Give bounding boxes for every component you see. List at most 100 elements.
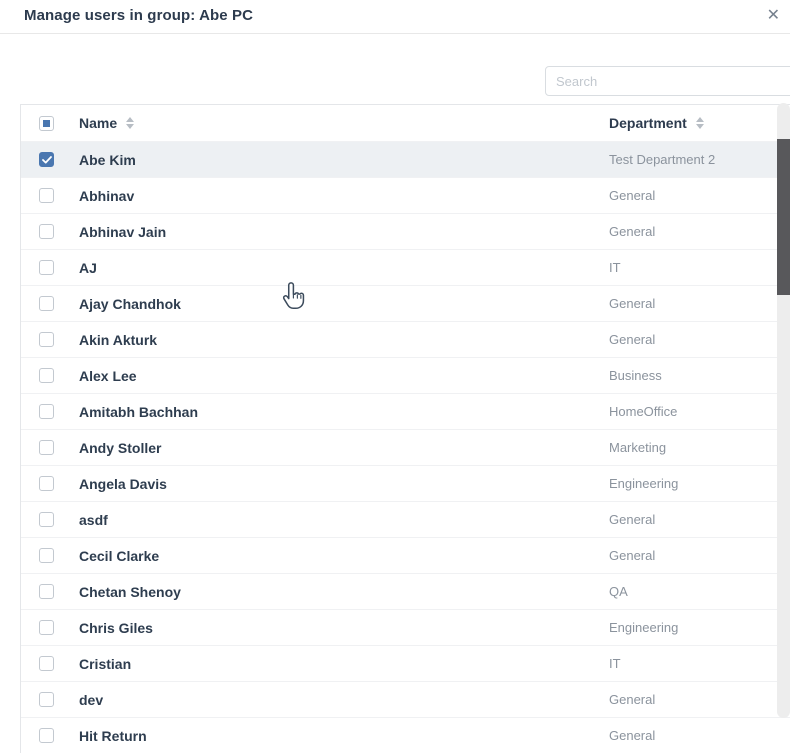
row-checkbox-cell [21, 368, 79, 383]
table-row[interactable]: Abhinav Jain General [21, 213, 790, 249]
row-checkbox[interactable] [39, 188, 54, 203]
user-department: General [609, 296, 790, 311]
user-name: Cristian [79, 656, 609, 672]
check-icon [42, 156, 52, 164]
table-row[interactable]: Ajay Chandhok General [21, 285, 790, 321]
user-department: Business [609, 368, 790, 383]
user-name: asdf [79, 512, 609, 528]
row-checkbox-cell [21, 224, 79, 239]
user-department: HomeOffice [609, 404, 790, 419]
row-checkbox[interactable] [39, 548, 54, 563]
sort-icon[interactable] [126, 117, 134, 129]
row-checkbox[interactable] [39, 512, 54, 527]
row-checkbox[interactable] [39, 368, 54, 383]
row-checkbox-cell [21, 728, 79, 743]
row-checkbox[interactable] [39, 152, 54, 167]
row-checkbox[interactable] [39, 224, 54, 239]
table-row[interactable]: Andy Stoller Marketing [21, 429, 790, 465]
row-checkbox[interactable] [39, 692, 54, 707]
search-input[interactable] [545, 66, 790, 96]
user-department: Test Department 2 [609, 152, 790, 167]
table-row[interactable]: Cristian IT [21, 645, 790, 681]
table-row[interactable]: asdf General [21, 501, 790, 537]
header-checkbox-cell [21, 116, 79, 131]
scrollbar-thumb[interactable] [777, 139, 790, 295]
user-name: Abhinav [79, 188, 609, 204]
row-checkbox[interactable] [39, 584, 54, 599]
column-header-department[interactable]: Department [609, 115, 790, 131]
user-name: Abe Kim [79, 152, 609, 168]
sort-icon[interactable] [696, 117, 704, 129]
row-checkbox-cell [21, 188, 79, 203]
sort-asc-icon [696, 117, 704, 122]
user-name: Chris Giles [79, 620, 609, 636]
table-row[interactable]: AJ IT [21, 249, 790, 285]
user-department: Engineering [609, 620, 790, 635]
row-checkbox-cell [21, 152, 79, 167]
row-checkbox[interactable] [39, 260, 54, 275]
user-name: Akin Akturk [79, 332, 609, 348]
sort-desc-icon [126, 124, 134, 129]
user-name: dev [79, 692, 609, 708]
user-department: General [609, 728, 790, 743]
select-all-checkbox[interactable] [39, 116, 54, 131]
user-department: Engineering [609, 476, 790, 491]
table-row[interactable]: dev General [21, 681, 790, 717]
row-checkbox-cell [21, 476, 79, 491]
row-checkbox-cell [21, 548, 79, 563]
users-table: Name Department Abe Kim Test Department … [20, 104, 790, 753]
table-row[interactable]: Hit Return General [21, 717, 790, 753]
user-name: Ajay Chandhok [79, 296, 609, 312]
user-name: AJ [79, 260, 609, 276]
user-name: Alex Lee [79, 368, 609, 384]
user-department: QA [609, 584, 790, 599]
scrollbar-track[interactable] [777, 103, 790, 718]
close-icon[interactable]: ✕ [767, 6, 780, 26]
row-checkbox-cell [21, 620, 79, 635]
row-checkbox-cell [21, 296, 79, 311]
row-checkbox[interactable] [39, 404, 54, 419]
table-row[interactable]: Cecil Clarke General [21, 537, 790, 573]
indeterminate-mark-icon [43, 120, 50, 127]
user-department: Marketing [609, 440, 790, 455]
modal-header: Manage users in group: Abe PC ✕ [0, 0, 790, 34]
row-checkbox[interactable] [39, 476, 54, 491]
row-checkbox[interactable] [39, 620, 54, 635]
table-row[interactable]: Abhinav General [21, 177, 790, 213]
user-name: Abhinav Jain [79, 224, 609, 240]
table-row[interactable]: Chetan Shenoy QA [21, 573, 790, 609]
row-checkbox[interactable] [39, 332, 54, 347]
row-checkbox[interactable] [39, 440, 54, 455]
user-department: General [609, 332, 790, 347]
user-name: Andy Stoller [79, 440, 609, 456]
user-department: General [609, 188, 790, 203]
row-checkbox-cell [21, 584, 79, 599]
table-row[interactable]: Angela Davis Engineering [21, 465, 790, 501]
user-department: IT [609, 656, 790, 671]
user-name: Cecil Clarke [79, 548, 609, 564]
row-checkbox-cell [21, 692, 79, 707]
row-checkbox[interactable] [39, 656, 54, 671]
row-checkbox[interactable] [39, 728, 54, 743]
table-row[interactable]: Akin Akturk General [21, 321, 790, 357]
table-row[interactable]: Chris Giles Engineering [21, 609, 790, 645]
row-checkbox[interactable] [39, 296, 54, 311]
modal-title: Manage users in group: Abe PC [24, 7, 253, 24]
table-body: Abe Kim Test Department 2 Abhinav Genera… [21, 141, 790, 753]
user-department: IT [609, 260, 790, 275]
user-department: General [609, 512, 790, 527]
user-name: Amitabh Bachhan [79, 404, 609, 420]
user-department: General [609, 548, 790, 563]
user-name: Chetan Shenoy [79, 584, 609, 600]
column-header-name[interactable]: Name [79, 115, 609, 131]
row-checkbox-cell [21, 512, 79, 527]
user-department: General [609, 692, 790, 707]
table-header-row: Name Department [21, 105, 790, 141]
sort-asc-icon [126, 117, 134, 122]
table-row[interactable]: Abe Kim Test Department 2 [21, 141, 790, 177]
user-department: General [609, 224, 790, 239]
table-row[interactable]: Alex Lee Business [21, 357, 790, 393]
user-name: Angela Davis [79, 476, 609, 492]
table-row[interactable]: Amitabh Bachhan HomeOffice [21, 393, 790, 429]
sort-desc-icon [696, 124, 704, 129]
